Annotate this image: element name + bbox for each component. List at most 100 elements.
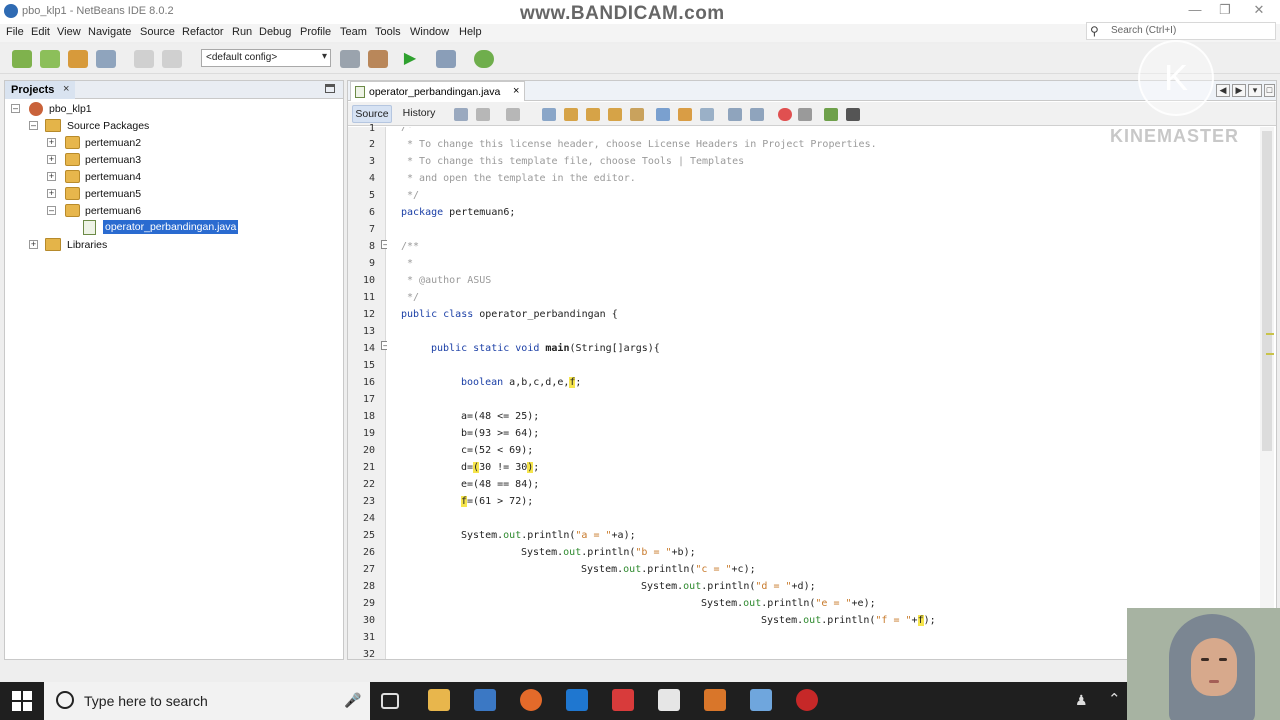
close-window-button[interactable]: ✕ (1244, 2, 1274, 20)
menu-profile[interactable]: Profile (300, 26, 331, 38)
new-project-icon[interactable] (40, 50, 60, 68)
editor-file-tab[interactable]: operator_perbandingan.java × (350, 81, 525, 101)
run-icon[interactable]: ▶ (400, 50, 420, 68)
tree-file-selected[interactable]: operator_perbandingan.java (9, 220, 249, 236)
error-stripe-mark[interactable] (1266, 333, 1274, 335)
tree-package[interactable]: + pertemuan5 (9, 186, 209, 202)
toggle-bookmark-icon[interactable] (700, 108, 714, 121)
gift-app-icon[interactable] (612, 689, 634, 711)
expand-icon[interactable]: + (47, 172, 56, 181)
stop-macro-icon[interactable] (798, 108, 812, 121)
clean-build-icon[interactable] (368, 50, 388, 68)
toggle-highlight-icon[interactable] (608, 108, 622, 121)
last-edit-icon[interactable] (454, 108, 468, 121)
project-label: pbo_klp1 (49, 103, 92, 115)
tab-right-icon[interactable]: ▶ (1232, 84, 1246, 97)
prev-bookmark-icon[interactable] (656, 108, 670, 121)
maximize-editor-icon[interactable]: □ (1264, 84, 1275, 97)
back-icon[interactable] (476, 108, 490, 121)
tab-source[interactable]: Source (352, 105, 392, 123)
profile-icon[interactable] (474, 50, 494, 68)
find-previous-icon[interactable] (564, 108, 578, 121)
tree-package[interactable]: + pertemuan4 (9, 169, 209, 185)
tab-left-icon[interactable]: ◀ (1216, 84, 1230, 97)
search-input[interactable]: ⚲ Search (Ctrl+I) (1086, 22, 1276, 40)
tab-list-icon[interactable]: ▾ (1248, 84, 1262, 97)
minimize-panel-icon[interactable] (325, 84, 335, 93)
collapse-icon[interactable]: – (11, 104, 20, 113)
tree-package[interactable]: – pertemuan6 (9, 203, 209, 219)
menu-view[interactable]: View (57, 26, 81, 38)
package-icon (65, 187, 80, 200)
collapse-icon[interactable]: – (47, 206, 56, 215)
open-project-icon[interactable] (68, 50, 88, 68)
code-editor[interactable]: /* * To change this license header, choo… (387, 127, 1257, 659)
task-view-icon[interactable] (381, 693, 399, 709)
mail-icon[interactable] (658, 689, 680, 711)
tree-package[interactable]: + pertemuan3 (9, 152, 209, 168)
minimize-button[interactable]: — (1180, 2, 1210, 20)
shift-left-icon[interactable] (728, 108, 742, 121)
menu-run[interactable]: Run (232, 26, 252, 38)
menu-source[interactable]: Source (140, 26, 175, 38)
microphone-icon[interactable]: 🎤 (344, 692, 361, 709)
redo-icon[interactable] (162, 50, 182, 68)
next-bookmark-icon[interactable] (678, 108, 692, 121)
sublime-icon[interactable] (704, 689, 726, 711)
file-explorer-icon[interactable] (428, 689, 450, 711)
expand-icon[interactable]: + (47, 155, 56, 164)
shift-right-icon[interactable] (750, 108, 764, 121)
find-icon[interactable] (542, 108, 556, 121)
people-icon[interactable]: ♟ (1075, 692, 1088, 709)
save-all-icon[interactable] (96, 50, 116, 68)
code-line: /** (401, 241, 420, 252)
code-line: c=(52 < 69); (461, 445, 534, 456)
line-number: 13 (362, 326, 375, 337)
menu-refactor[interactable]: Refactor (182, 26, 224, 38)
new-file-icon[interactable] (12, 50, 32, 68)
tray-chevron-up-icon[interactable]: ⌃ (1108, 690, 1121, 708)
tree-libraries[interactable]: + Libraries (9, 237, 209, 253)
forward-icon[interactable] (506, 108, 520, 121)
collapse-icon[interactable]: – (29, 121, 38, 130)
menu-navigate[interactable]: Navigate (88, 26, 131, 38)
vertical-scrollbar[interactable] (1260, 127, 1274, 659)
build-hammer-icon[interactable] (340, 50, 360, 68)
find-next-icon[interactable] (586, 108, 600, 121)
start-macro-icon[interactable] (778, 108, 792, 121)
menu-file[interactable]: File (6, 26, 24, 38)
expand-icon[interactable]: + (47, 138, 56, 147)
uncomment-icon[interactable] (846, 108, 860, 121)
selection-icon[interactable] (630, 108, 644, 121)
menu-help[interactable]: Help (459, 26, 482, 38)
menu-tools[interactable]: Tools (375, 26, 401, 38)
tree-source-packages[interactable]: – Source Packages (9, 118, 209, 134)
edge-icon[interactable] (566, 689, 588, 711)
bandicam-record-icon[interactable] (796, 689, 818, 711)
start-button[interactable] (12, 691, 32, 711)
firefox-icon[interactable] (520, 689, 542, 711)
close-icon[interactable]: × (513, 85, 519, 97)
config-select[interactable]: <default config> ▾ (201, 49, 331, 67)
expand-icon[interactable]: + (47, 189, 56, 198)
windows-logo-icon (23, 691, 32, 700)
menu-edit[interactable]: Edit (31, 26, 50, 38)
close-icon[interactable]: × (63, 83, 69, 95)
projects-tab[interactable]: Projects × (5, 81, 75, 99)
maximize-button[interactable]: ❐ (1210, 2, 1240, 20)
menu-team[interactable]: Team (340, 26, 367, 38)
tree-project[interactable]: – pbo_klp1 (9, 101, 209, 117)
menu-window[interactable]: Window (410, 26, 449, 38)
menu-debug[interactable]: Debug (259, 26, 291, 38)
netbeans-taskbar-icon[interactable] (750, 689, 772, 711)
tab-history[interactable]: History (396, 105, 442, 123)
undo-icon[interactable] (134, 50, 154, 68)
taskbar-search[interactable]: Type here to search 🎤 (44, 682, 370, 720)
store-icon[interactable] (474, 689, 496, 711)
tree-package[interactable]: + pertemuan2 (9, 135, 209, 151)
debug-icon[interactable] (436, 50, 456, 68)
error-stripe-mark[interactable] (1266, 353, 1274, 355)
scroll-thumb[interactable] (1262, 131, 1272, 451)
expand-icon[interactable]: + (29, 240, 38, 249)
comment-icon[interactable] (824, 108, 838, 121)
